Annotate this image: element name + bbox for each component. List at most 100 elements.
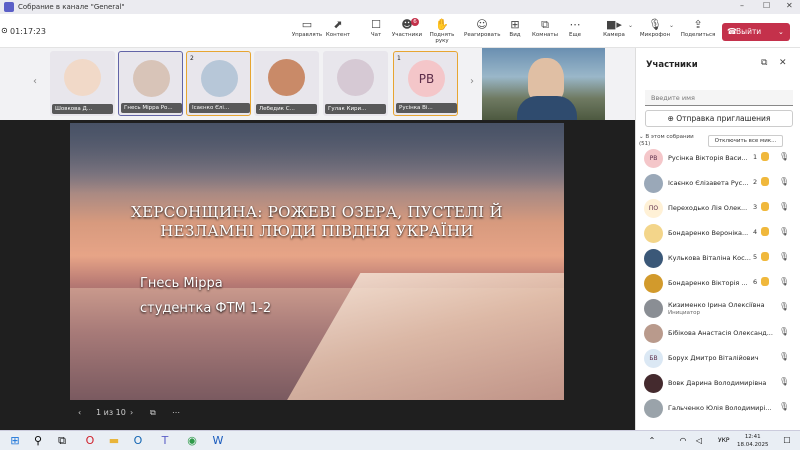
wifi-icon[interactable]: ◠ — [676, 434, 690, 448]
folder-icon[interactable]: ▬ — [107, 434, 121, 448]
strip-next-button[interactable]: › — [470, 76, 474, 87]
avatar — [644, 274, 663, 293]
mic-off-icon[interactable]: 🎙 — [779, 402, 789, 411]
share-button[interactable]: ⇪ Поделиться — [680, 18, 716, 38]
slide-more-icon[interactable]: ⋯ — [172, 408, 180, 417]
mic-off-icon[interactable]: 🎙 — [779, 227, 789, 236]
rooms-label: Комнаты — [532, 32, 558, 38]
video-tile[interactable]: 2 Ісаєнко Єлі... — [186, 51, 251, 116]
search-input[interactable]: Введите имя — [645, 90, 793, 106]
avatar — [337, 59, 374, 96]
teams-logo-icon — [4, 2, 14, 12]
tile-name: Ісаєнко Єлі... — [189, 103, 250, 113]
participant-row[interactable]: Ісаєнко Єлізавета Рус... 2 🎙 — [636, 172, 800, 196]
participant-name: Вовк Дарина Володимирівна — [668, 379, 767, 387]
participant-row[interactable]: Бондаренко Вікторія ... 6 🎙 — [636, 272, 800, 296]
participant-name: Переходько Лія Олек... — [668, 204, 748, 212]
clock[interactable]: 12:41 18.04.2025 — [737, 433, 769, 449]
taskview-icon[interactable]: ⧉ — [55, 434, 69, 448]
invite-button[interactable]: ⊕ Отправка приглашения — [645, 110, 793, 127]
raised-hand-icon — [761, 252, 769, 261]
tile-name: Русінка Ві... — [396, 103, 457, 113]
mic-off-icon[interactable]: 🎙 — [779, 252, 789, 261]
next-slide-button[interactable]: › — [130, 408, 133, 417]
participant-row[interactable]: Бібікова Анастасія Олександ... 🎙 — [636, 322, 800, 346]
camera-button[interactable]: ■▸ Камера — [596, 18, 632, 38]
avatar: РВ — [644, 149, 663, 168]
minimize-button[interactable]: – — [740, 1, 744, 10]
mic-off-icon[interactable]: 🎙 — [779, 202, 789, 211]
raised-hand-icon — [761, 152, 769, 161]
close-panel-icon[interactable]: ✕ — [779, 58, 787, 68]
notification-icon[interactable]: ☐ — [780, 434, 794, 448]
phone-icon: ☎ — [727, 27, 737, 36]
video-tile[interactable]: Гнесь Мірра Ро... — [118, 51, 183, 116]
opera-icon[interactable]: O — [83, 434, 97, 448]
mic-off-icon[interactable]: 🎙 — [779, 327, 789, 336]
upload-icon: ⇪ — [693, 18, 703, 31]
avatar — [644, 174, 663, 193]
volume-icon[interactable]: ◁ — [692, 434, 706, 448]
raise-hand-button[interactable]: ✋ Поднять руку — [424, 18, 460, 44]
microphone-button[interactable]: 🎙 Микрофон — [637, 18, 673, 38]
mic-off-icon[interactable]: 🎙 — [779, 352, 789, 361]
participant-name: Кизименко Ірина Олексіївна — [668, 301, 765, 309]
avatar — [644, 224, 663, 243]
participant-row[interactable]: РВ Русінка Вікторія Васи... 1 🎙 — [636, 147, 800, 171]
language-indicator[interactable]: УКР — [718, 437, 730, 444]
chevron-up-icon[interactable]: ⌃ — [645, 434, 659, 448]
chrome-icon[interactable]: ◉ — [185, 434, 199, 448]
tile-name: Шовкова Д... — [52, 104, 113, 114]
sync-icon[interactable]: ⧉ — [150, 408, 156, 418]
shield-icon: ⊙ — [1, 26, 8, 35]
word-icon[interactable]: W — [211, 434, 225, 448]
video-tile[interactable]: Гулак Кири... — [323, 51, 388, 116]
camera-label: Камера — [603, 32, 625, 38]
mic-off-icon[interactable]: 🎙 — [779, 277, 789, 286]
tile-name: Гнесь Мірра Ро... — [121, 103, 182, 113]
prev-slide-button[interactable]: ‹ — [78, 408, 81, 417]
mic-off-icon[interactable]: 🎙 — [779, 152, 789, 161]
search-icon[interactable]: ⚲ — [31, 434, 45, 448]
mic-off-icon[interactable]: 🎙 — [779, 177, 789, 186]
participant-name: Кулькова Віталіна Кос... — [668, 254, 751, 262]
participant-row[interactable]: Вовк Дарина Володимирівна 🎙 — [636, 372, 800, 396]
presenter-video[interactable] — [482, 48, 605, 120]
video-tile[interactable]: 1 РВ Русінка Ві... — [393, 51, 458, 116]
more-button[interactable]: ⋯ Еще — [557, 18, 593, 38]
participant-row[interactable]: Гальченко Юлія Володимирі... 🎙 — [636, 397, 800, 421]
popout-icon[interactable]: ⧉ — [761, 58, 767, 68]
video-tile[interactable]: Лебедик С... — [254, 51, 319, 116]
raised-hand-icon — [761, 177, 769, 186]
react-button[interactable]: ☺ Реагировать — [464, 18, 500, 38]
mic-off-icon[interactable]: 🎙 — [779, 377, 789, 386]
participant-row[interactable]: Бондаренко Вероніка... 4 🎙 — [636, 222, 800, 246]
mic-off-icon[interactable]: 🎙 — [779, 302, 789, 311]
close-window-button[interactable]: ✕ — [786, 1, 793, 10]
manage-label: Управлять — [291, 32, 323, 38]
leave-button[interactable]: ☎ Выйти ⌄ — [722, 23, 790, 41]
teams-icon[interactable]: T — [158, 434, 172, 448]
participant-row[interactable]: БВ Борух Дмитро Віталійович 🎙 — [636, 347, 800, 371]
invite-icon: ⊕ — [667, 114, 677, 123]
section-header[interactable]: ⌄ В этом собрании (51) — [639, 134, 694, 148]
camera-chevron-icon[interactable]: ⌄ — [628, 22, 633, 29]
participant-row[interactable]: ПО Переходько Лія Олек... 3 🎙 — [636, 197, 800, 221]
participant-row[interactable]: Кулькова Віталіна Кос... 5 🎙 — [636, 247, 800, 271]
strip-prev-button[interactable]: ‹ — [33, 76, 37, 87]
participants-button[interactable]: ☻ Участники 6 — [389, 18, 425, 38]
outlook-icon[interactable]: O — [131, 434, 145, 448]
participant-name: Бондаренко Вікторія ... — [668, 279, 748, 287]
maximize-button[interactable]: ☐ — [763, 1, 770, 10]
video-tile[interactable]: Шовкова Д... — [50, 51, 115, 116]
mute-all-button[interactable]: Отключить все мик... — [708, 135, 783, 147]
slide-author: Гнесь Мірра студентка ФТМ 1-2 — [140, 271, 271, 321]
clock-time: 12:41 — [744, 434, 761, 440]
windows-start-icon[interactable]: ⊞ — [8, 434, 22, 448]
participant-name: Бондаренко Вероніка... — [668, 229, 749, 237]
content-button[interactable]: ⬈ Контент — [320, 18, 356, 38]
participant-row[interactable]: Кизименко Ірина Олексіївна Инициатор 🎙 — [636, 297, 800, 321]
avatar: БВ — [644, 349, 663, 368]
mic-chevron-icon[interactable]: ⌄ — [669, 22, 674, 29]
invite-label: Отправка приглашения — [676, 114, 771, 123]
